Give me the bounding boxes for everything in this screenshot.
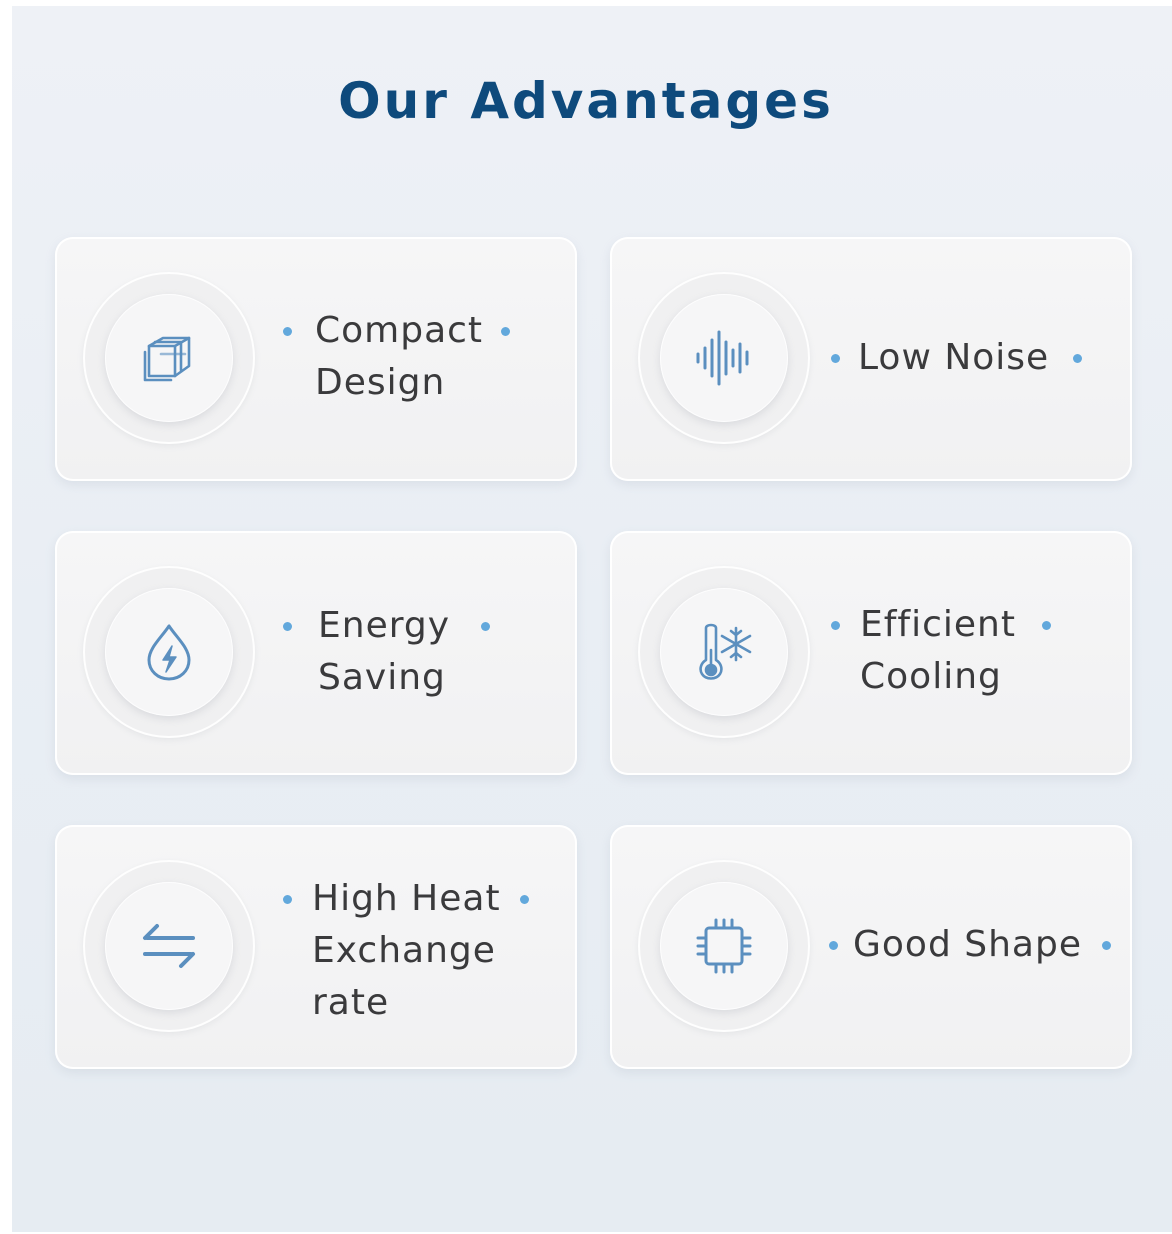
bullet-dot xyxy=(1073,354,1082,363)
thermometer-snowflake-icon xyxy=(692,620,756,684)
icon-ring xyxy=(83,566,255,738)
exchange-arrows-icon xyxy=(137,914,201,978)
advantage-card-high-heat-exchange: High Heat Exchange rate xyxy=(55,825,577,1069)
cube-icon xyxy=(137,326,201,390)
bullet-dot xyxy=(283,622,292,631)
card-label: Compact Design xyxy=(315,310,484,403)
advantage-card-good-shape: Good Shape xyxy=(610,825,1132,1069)
advantage-card-compact-design: Compact Design xyxy=(55,237,577,481)
card-label: High Heat Exchange rate xyxy=(312,878,501,1023)
energy-drop-icon xyxy=(137,620,201,684)
card-label: Low Noise xyxy=(858,337,1050,378)
advantage-card-efficient-cooling: Efficient Cooling xyxy=(610,531,1132,775)
icon-ring xyxy=(638,272,810,444)
icon-ring xyxy=(83,272,255,444)
bullet-dot xyxy=(831,354,840,363)
sound-wave-icon xyxy=(692,326,756,390)
card-label: Efficient Cooling xyxy=(860,604,1016,697)
card-label: Energy Saving xyxy=(318,605,451,698)
icon-ring xyxy=(638,566,810,738)
bullet-dot xyxy=(520,895,529,904)
bullet-dot xyxy=(501,327,510,336)
icon-ring xyxy=(83,860,255,1032)
icon-ring xyxy=(638,860,810,1032)
chip-icon xyxy=(692,914,756,978)
bullet-dot xyxy=(481,622,490,631)
bullet-dot xyxy=(283,327,292,336)
advantage-card-energy-saving: Energy Saving xyxy=(55,531,577,775)
advantage-card-low-noise: Low Noise xyxy=(610,237,1132,481)
bullet-dot xyxy=(283,895,292,904)
card-label: Good Shape xyxy=(853,924,1082,965)
bullet-dot xyxy=(829,941,838,950)
section-title: Our Advantages xyxy=(338,72,834,130)
bullet-dot xyxy=(1042,621,1051,630)
bullet-dot xyxy=(1102,941,1111,950)
bullet-dot xyxy=(831,621,840,630)
